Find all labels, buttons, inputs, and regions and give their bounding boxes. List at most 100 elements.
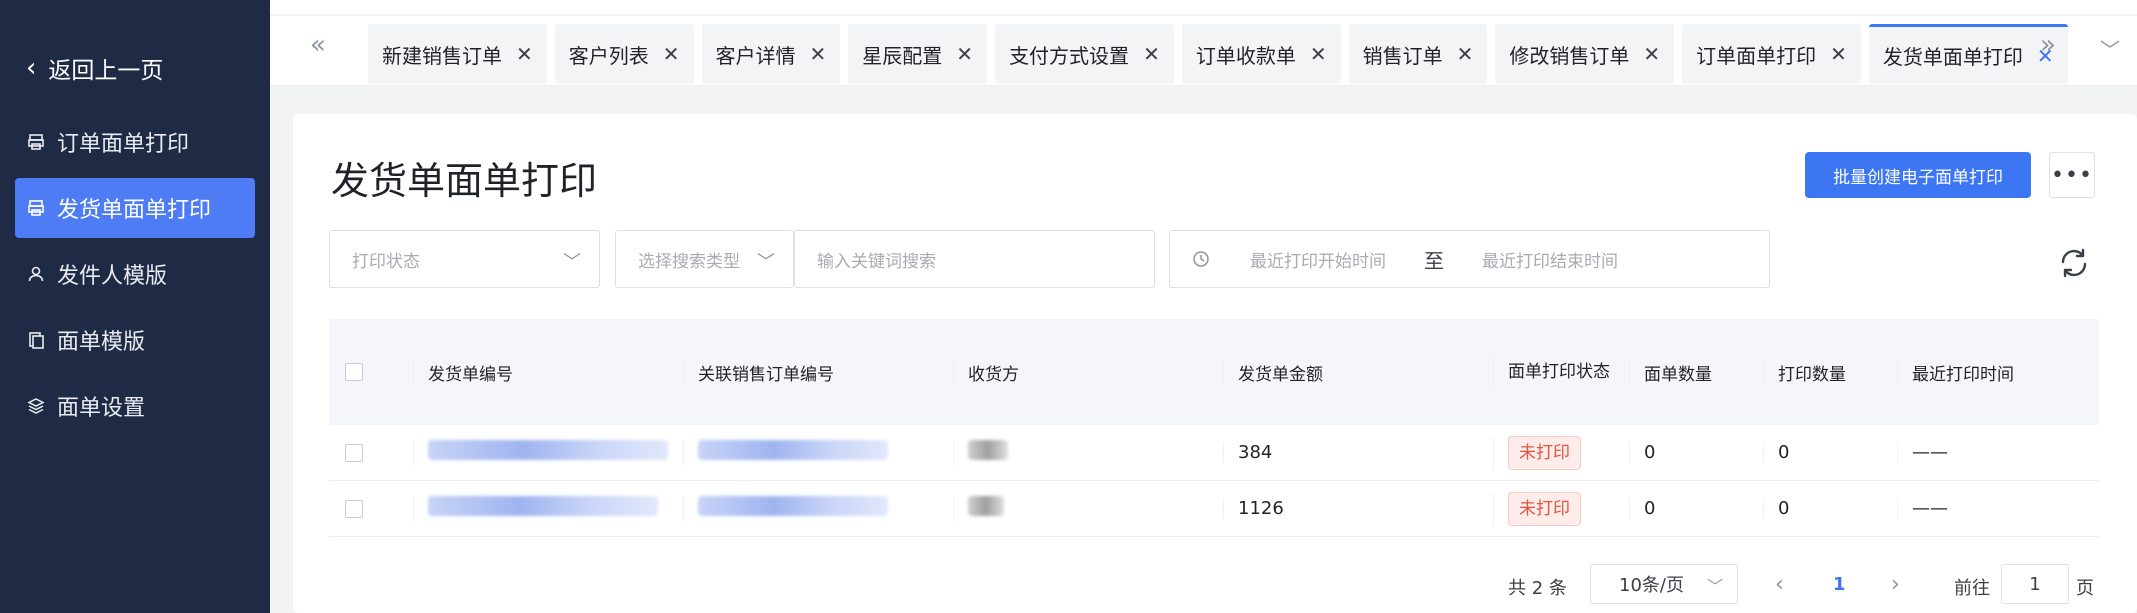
tab-sales-order[interactable]: 销售订单 ✕ xyxy=(1348,24,1488,84)
page-title: 发货单面单打印 xyxy=(331,159,598,203)
goto-label: 前往 xyxy=(1954,578,1990,599)
chevron-left-icon: ‹ xyxy=(26,53,37,83)
chevron-down-icon: ﹀ xyxy=(1706,577,1723,596)
tabs-scroll-left-icon[interactable]: « xyxy=(310,30,326,60)
tab-new-sales-order[interactable]: 新建销售订单 ✕ xyxy=(368,24,547,84)
tab-label: 订单收款单 xyxy=(1195,43,1296,68)
tab-customer-detail[interactable]: 客户详情 ✕ xyxy=(701,24,841,84)
close-icon[interactable]: ✕ xyxy=(1457,42,1474,66)
close-icon[interactable]: ✕ xyxy=(810,42,827,66)
tab-xingchen-config[interactable]: 星辰配置 ✕ xyxy=(848,24,988,84)
column-header: 发货单编号 xyxy=(413,359,683,385)
close-icon[interactable]: ✕ xyxy=(1310,42,1327,66)
page-size-value: 10条/页 xyxy=(1619,575,1684,596)
main-card: 发货单面单打印 批量创建电子面单打印 ••• 打印状态 ﹀ 选择搜索类型 ﹀ 输… xyxy=(293,114,2137,613)
back-link[interactable]: ‹ 返回上一页 xyxy=(0,48,270,88)
end-time-placeholder: 最近打印结束时间 xyxy=(1482,251,1618,272)
row-checkbox-cell xyxy=(329,499,413,518)
print-time-range-picker[interactable]: 最近打印开始时间 至 最近打印结束时间 xyxy=(1169,230,1770,288)
total-count: 共 2 条 xyxy=(1508,578,1567,599)
start-time-placeholder: 最近打印开始时间 xyxy=(1250,251,1386,272)
select-all-checkbox[interactable] xyxy=(345,363,363,381)
clock-icon xyxy=(1192,250,1210,268)
redacted-text xyxy=(698,440,888,460)
last-print-time-cell: —— xyxy=(1897,442,2097,463)
range-separator: 至 xyxy=(1424,248,1444,273)
tab-order-receipt[interactable]: 订单收款单 ✕ xyxy=(1181,24,1341,84)
redacted-text xyxy=(698,496,888,516)
sidebar-item-label-settings[interactable]: 面单设置 xyxy=(15,376,255,436)
tab-bar: « 新建销售订单 ✕ 客户列表 ✕ 客户详情 ✕ 星辰配置 ✕ 支付方式设置 ✕… xyxy=(270,0,2137,86)
tabs-container: 新建销售订单 ✕ 客户列表 ✕ 客户详情 ✕ 星辰配置 ✕ 支付方式设置 ✕ 订… xyxy=(368,24,2068,84)
search-type-placeholder: 选择搜索类型 xyxy=(638,251,740,272)
status-cell: 未打印 xyxy=(1493,435,1629,470)
page-size-select[interactable]: 10条/页 ﹀ xyxy=(1590,564,1738,604)
sidebar: ‹ 返回上一页 订单面单打印 发货单面单打印 发件人模版 面单模版 面单设置 xyxy=(0,0,270,613)
more-options-button[interactable]: ••• xyxy=(2049,152,2095,198)
tab-shipping-label-print[interactable]: 发货单面单打印 ✕ xyxy=(1868,24,2068,84)
pagination: 共 2 条 10条/页 ﹀ ‹ 1 › 前往 1 页 xyxy=(293,564,2137,606)
tab-label: 新建销售订单 xyxy=(382,43,502,68)
tabs-scroll-right-icon[interactable]: » xyxy=(2040,30,2056,60)
tab-order-label-print[interactable]: 订单面单打印 ✕ xyxy=(1682,24,1861,84)
print-status-placeholder: 打印状态 xyxy=(352,251,420,272)
sidebar-item-order-label-print[interactable]: 订单面单打印 xyxy=(15,112,255,172)
tab-payment-settings[interactable]: 支付方式设置 ✕ xyxy=(995,24,1174,84)
amount-cell: 384 xyxy=(1223,442,1493,463)
layers-icon xyxy=(25,395,47,417)
shipping-number-cell[interactable] xyxy=(413,440,683,465)
sidebar-item-label: 面单设置 xyxy=(57,396,146,421)
tab-label: 支付方式设置 xyxy=(1009,43,1130,68)
table-header: 发货单编号 关联销售订单编号 收货方 发货单金额 面单打印状态 面单数量 打印数… xyxy=(329,319,2099,425)
refresh-icon[interactable] xyxy=(2057,246,2091,280)
shipping-number-cell[interactable] xyxy=(413,496,683,521)
batch-create-label-print-button[interactable]: 批量创建电子面单打印 xyxy=(1805,152,2031,198)
sales-order-number-cell[interactable] xyxy=(683,496,953,521)
back-label: 返回上一页 xyxy=(48,58,164,84)
document-icon xyxy=(25,329,47,351)
tab-label: 发货单面单打印 xyxy=(1882,45,2023,69)
current-page[interactable]: 1 xyxy=(1833,574,1846,595)
goto-page-input[interactable]: 1 xyxy=(2001,564,2069,604)
search-type-select[interactable]: 选择搜索类型 ﹀ xyxy=(615,230,794,288)
close-icon[interactable]: ✕ xyxy=(1643,42,1660,66)
label-count-cell: 0 xyxy=(1629,498,1763,519)
redacted-text xyxy=(428,440,668,460)
tab-label: 销售订单 xyxy=(1362,43,1443,68)
tab-label: 修改销售订单 xyxy=(1509,43,1630,68)
redacted-text xyxy=(428,496,658,516)
row-checkbox[interactable] xyxy=(345,443,363,462)
tab-label: 客户详情 xyxy=(715,43,796,68)
last-print-time-cell: —— xyxy=(1897,498,2097,519)
chevron-down-icon[interactable]: ﹀ xyxy=(2100,34,2120,63)
tab-customer-list[interactable]: 客户列表 ✕ xyxy=(554,24,694,84)
keyword-search-input[interactable]: 输入关键词搜索 xyxy=(794,230,1155,288)
close-icon[interactable]: ✕ xyxy=(516,42,533,66)
close-icon[interactable]: ✕ xyxy=(663,42,680,66)
redacted-text xyxy=(968,496,1004,516)
status-cell: 未打印 xyxy=(1493,491,1629,526)
amount-cell: 1126 xyxy=(1223,498,1493,519)
close-icon[interactable]: ✕ xyxy=(1830,42,1847,66)
next-page-icon[interactable]: › xyxy=(1891,572,1900,597)
tab-label: 订单面单打印 xyxy=(1696,43,1817,68)
tab-edit-sales-order[interactable]: 修改销售订单 ✕ xyxy=(1495,24,1675,84)
sales-order-number-cell[interactable] xyxy=(683,440,953,465)
column-header: 收货方 xyxy=(953,359,1223,385)
row-checkbox[interactable] xyxy=(345,499,363,518)
sidebar-item-sender-template[interactable]: 发件人模版 xyxy=(15,244,255,304)
printer-icon xyxy=(25,131,47,153)
user-icon xyxy=(25,263,47,285)
row-checkbox-cell xyxy=(329,443,413,462)
close-icon[interactable]: ✕ xyxy=(1143,42,1160,66)
sidebar-item-label: 发货单面单打印 xyxy=(57,198,212,223)
print-status-select[interactable]: 打印状态 ﹀ xyxy=(329,230,600,288)
status-badge: 未打印 xyxy=(1508,491,1581,526)
prev-page-icon[interactable]: ‹ xyxy=(1775,572,1784,597)
close-icon[interactable]: ✕ xyxy=(956,42,973,66)
sidebar-item-label: 发件人模版 xyxy=(57,264,168,289)
sidebar-item-label: 订单面单打印 xyxy=(57,132,190,157)
sidebar-item-shipping-label-print[interactable]: 发货单面单打印 xyxy=(15,178,255,238)
printer-icon xyxy=(25,197,47,219)
sidebar-item-label-template[interactable]: 面单模版 xyxy=(15,310,255,370)
